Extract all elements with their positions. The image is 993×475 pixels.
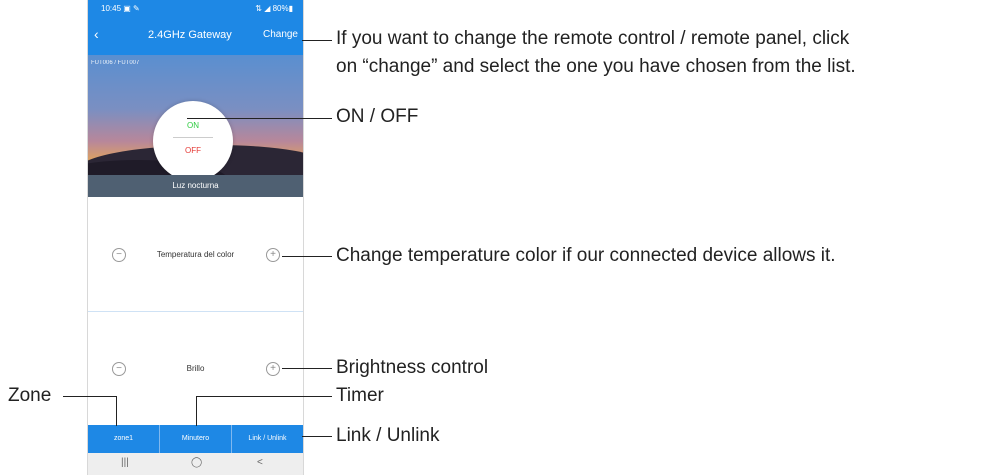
change-button[interactable]: Change	[263, 29, 298, 40]
status-time: 10:45 ▣ ✎	[101, 4, 140, 13]
annotation-temperature: Change temperature color if our connecte…	[336, 245, 836, 266]
chevron-left-icon[interactable]: ‹	[94, 26, 99, 42]
timer-leader-vline	[196, 396, 197, 426]
status-system-icons: ⇅ ◢ 80%▮	[255, 4, 293, 13]
status-bar: 10:45 ▣ ✎ ⇅ ◢ 80%▮	[88, 0, 303, 17]
home-icon[interactable]: ◯	[191, 457, 202, 468]
section-divider	[88, 311, 303, 312]
mode-bar[interactable]: Luz nocturna	[88, 175, 303, 197]
link-leader-line	[302, 436, 332, 437]
hero-banner: FUT006 / FUT007 ON OFF	[88, 55, 303, 175]
annotation-onoff: ON / OFF	[336, 106, 419, 127]
annotation-change-2: on “change” and select the one you have …	[336, 56, 856, 77]
change-leader-line	[302, 40, 332, 41]
tab-timer[interactable]: Minutero	[160, 425, 232, 453]
brightness-leader-line	[282, 368, 332, 369]
zone-leader-vline	[116, 396, 117, 426]
bottom-tab-bar: zone1 Minutero Link / Unlink	[88, 425, 303, 453]
zone-leader-line	[63, 396, 116, 397]
annotation-zone: Zone	[8, 385, 52, 406]
system-nav-bar: ||| ◯ <	[88, 453, 303, 475]
app-bar: ‹ 2.4GHz Gateway Change	[88, 17, 303, 55]
tab-zone[interactable]: zone1	[88, 425, 160, 453]
annotation-change: If you want to change the remote control…	[336, 28, 850, 49]
recent-apps-icon[interactable]: |||	[121, 457, 129, 468]
annotation-timer: Timer	[336, 385, 384, 406]
plus-icon[interactable]: +	[266, 248, 280, 262]
temp-leader-line	[282, 256, 332, 257]
device-model-label: FUT006 / FUT007	[91, 60, 140, 66]
annotation-link-unlink: Link / Unlink	[336, 425, 440, 446]
timer-leader-line	[196, 396, 332, 397]
back-icon[interactable]: <	[257, 457, 263, 468]
off-button[interactable]: OFF	[153, 146, 233, 155]
plus-icon[interactable]: +	[266, 362, 280, 376]
annotation-brightness: Brightness control	[336, 357, 489, 378]
on-off-dial: ON OFF	[153, 101, 233, 175]
on-off-divider	[173, 137, 213, 138]
tab-link-unlink[interactable]: Link / Unlink	[232, 425, 303, 453]
on-button[interactable]: ON	[153, 121, 233, 130]
onoff-leader-line	[187, 118, 332, 119]
page-title: 2.4GHz Gateway	[148, 29, 232, 41]
